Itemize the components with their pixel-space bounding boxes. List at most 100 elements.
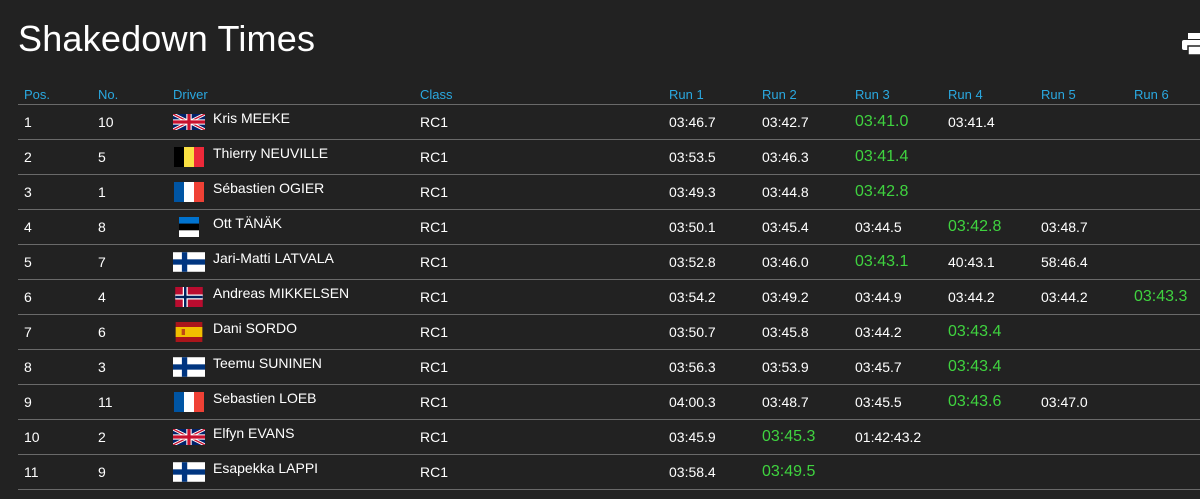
cell-run1: 03:50.1 bbox=[663, 209, 756, 245]
cell-run5: 58:46.4 bbox=[1035, 244, 1128, 280]
table-row[interactable]: 11 9 Esapekka LAPPI RC1 03:58.4 03:49.5 bbox=[18, 454, 1200, 490]
table-row[interactable]: 4 8 Ott TÄNÄK RC1 03:50.1 03:45.4 03:44.5 03:42… bbox=[18, 209, 1200, 245]
col-header-run3[interactable]: Run 3 bbox=[849, 84, 942, 105]
flag-fi-icon bbox=[173, 357, 205, 377]
driver-name[interactable]: Sébastien OGIER bbox=[213, 180, 324, 196]
flag-be-icon bbox=[173, 147, 205, 167]
cell-class: RC1 bbox=[414, 279, 663, 315]
driver-wrap: Thierry NEUVILLE bbox=[173, 145, 414, 167]
cell-run6 bbox=[1128, 419, 1200, 455]
cell-class: RC1 bbox=[414, 244, 663, 280]
table-row[interactable]: 2 5 Thierry NEUVILLE RC1 03:53.5 03:46.3 03:41… bbox=[18, 139, 1200, 175]
cell-driver: Elfyn EVANS bbox=[167, 419, 414, 455]
col-header-pos[interactable]: Pos. bbox=[18, 84, 92, 105]
cell-run3: 03:45.5 bbox=[849, 384, 942, 420]
cell-run3: 03:41.4 bbox=[849, 139, 942, 175]
cell-run3: 01:42:43.2 bbox=[849, 419, 942, 455]
table-row[interactable]: 5 7 Jari-Matti LATVALA RC1 03:52.8 03:46.0 03:… bbox=[18, 244, 1200, 280]
cell-run3: 03:42.8 bbox=[849, 174, 942, 210]
cell-driver: Ott TÄNÄK bbox=[167, 209, 414, 245]
cell-run3: 03:44.9 bbox=[849, 279, 942, 315]
cell-pos: 3 bbox=[18, 174, 92, 210]
cell-run2: 03:45.3 bbox=[756, 419, 849, 455]
driver-wrap: Elfyn EVANS bbox=[173, 425, 414, 447]
cell-run2: 03:42.7 bbox=[756, 104, 849, 140]
table-row[interactable]: 10 2 Elfyn EVANS RC1 03:45.9 03:45.3 01:42:43.… bbox=[18, 419, 1200, 455]
cell-no: 3 bbox=[92, 349, 167, 385]
table-row[interactable]: 9 11 Sebastien LOEB RC1 04:00.3 03:48.7 03:45.… bbox=[18, 384, 1200, 420]
cell-run1: 04:00.3 bbox=[663, 384, 756, 420]
cell-no: 5 bbox=[92, 139, 167, 175]
driver-name[interactable]: Sebastien LOEB bbox=[213, 390, 317, 406]
driver-name[interactable]: Thierry NEUVILLE bbox=[213, 145, 328, 161]
cell-run4 bbox=[942, 419, 1035, 455]
cell-run5 bbox=[1035, 349, 1128, 385]
cell-no: 4 bbox=[92, 279, 167, 315]
cell-pos: 5 bbox=[18, 244, 92, 280]
flag-fi-icon bbox=[173, 252, 205, 272]
table-row[interactable]: 6 4 Andreas MIKKELSEN RC1 03:54.2 03:49.2 03:4… bbox=[18, 279, 1200, 315]
cell-run5 bbox=[1035, 139, 1128, 175]
flag-fr-icon bbox=[173, 182, 205, 202]
cell-run2: 03:48.7 bbox=[756, 384, 849, 420]
driver-name[interactable]: Esapekka LAPPI bbox=[213, 460, 318, 476]
cell-class: RC1 bbox=[414, 174, 663, 210]
print-icon[interactable] bbox=[1182, 33, 1200, 55]
cell-run6 bbox=[1128, 314, 1200, 350]
cell-pos: 7 bbox=[18, 314, 92, 350]
cell-class: RC1 bbox=[414, 314, 663, 350]
driver-wrap: Sebastien LOEB bbox=[173, 390, 414, 412]
cell-run4: 03:43.6 bbox=[942, 384, 1035, 420]
driver-wrap: Jari-Matti LATVALA bbox=[173, 250, 414, 272]
cell-class: RC1 bbox=[414, 349, 663, 385]
col-header-no[interactable]: No. bbox=[92, 84, 167, 105]
driver-name[interactable]: Ott TÄNÄK bbox=[213, 215, 282, 231]
cell-run2: 03:46.3 bbox=[756, 139, 849, 175]
cell-run1: 03:49.3 bbox=[663, 174, 756, 210]
cell-run6 bbox=[1128, 209, 1200, 245]
results-table: Pos. No. Driver Class Run 1 Run 2 Run 3 … bbox=[18, 84, 1200, 490]
cell-run6 bbox=[1128, 454, 1200, 490]
col-header-run1[interactable]: Run 1 bbox=[663, 84, 756, 105]
cell-no: 10 bbox=[92, 104, 167, 140]
col-header-run4[interactable]: Run 4 bbox=[942, 84, 1035, 105]
cell-driver: Kris MEEKE bbox=[167, 104, 414, 140]
cell-pos: 1 bbox=[18, 104, 92, 140]
driver-name[interactable]: Elfyn EVANS bbox=[213, 425, 294, 441]
col-header-run2[interactable]: Run 2 bbox=[756, 84, 849, 105]
cell-run1: 03:52.8 bbox=[663, 244, 756, 280]
cell-run6 bbox=[1128, 139, 1200, 175]
table-row[interactable]: 1 10 Kris MEEKE RC1 03:46.7 03:42.7 03:41.0 03:… bbox=[18, 104, 1200, 140]
flag-es-icon bbox=[173, 322, 205, 342]
col-header-run6[interactable]: Run 6 bbox=[1128, 84, 1200, 105]
driver-name[interactable]: Dani SORDO bbox=[213, 320, 297, 336]
driver-name[interactable]: Jari-Matti LATVALA bbox=[213, 250, 334, 266]
flag-gb-icon bbox=[173, 427, 205, 447]
driver-name[interactable]: Andreas MIKKELSEN bbox=[213, 285, 349, 301]
cell-run4: 03:44.2 bbox=[942, 279, 1035, 315]
table-row[interactable]: 7 6 Dani SORDO RC1 03:50.7 03:45.8 03:44.2 03:4… bbox=[18, 314, 1200, 350]
table-header-row: Pos. No. Driver Class Run 1 Run 2 Run 3 … bbox=[18, 84, 1200, 105]
driver-name[interactable]: Kris MEEKE bbox=[213, 110, 290, 126]
cell-pos: 8 bbox=[18, 349, 92, 385]
cell-run4 bbox=[942, 454, 1035, 490]
cell-driver: Thierry NEUVILLE bbox=[167, 139, 414, 175]
cell-run6 bbox=[1128, 174, 1200, 210]
col-header-driver[interactable]: Driver bbox=[167, 84, 414, 105]
cell-run6 bbox=[1128, 244, 1200, 280]
cell-run5 bbox=[1035, 314, 1128, 350]
col-header-run5[interactable]: Run 5 bbox=[1035, 84, 1128, 105]
cell-class: RC1 bbox=[414, 209, 663, 245]
driver-name[interactable]: Teemu SUNINEN bbox=[213, 355, 322, 371]
cell-run5 bbox=[1035, 419, 1128, 455]
cell-class: RC1 bbox=[414, 139, 663, 175]
cell-run2: 03:45.8 bbox=[756, 314, 849, 350]
cell-run4: 40:43.1 bbox=[942, 244, 1035, 280]
shakedown-page: Shakedown Times Pos. No. Driver Class Ru… bbox=[0, 0, 1200, 499]
table-row[interactable]: 8 3 Teemu SUNINEN RC1 03:56.3 03:53.9 03:45.7 0… bbox=[18, 349, 1200, 385]
table-row[interactable]: 3 1 Sébastien OGIER RC1 03:49.3 03:44.8 03:42.… bbox=[18, 174, 1200, 210]
cell-run5 bbox=[1035, 454, 1128, 490]
cell-pos: 2 bbox=[18, 139, 92, 175]
cell-no: 6 bbox=[92, 314, 167, 350]
col-header-class[interactable]: Class bbox=[414, 84, 663, 105]
